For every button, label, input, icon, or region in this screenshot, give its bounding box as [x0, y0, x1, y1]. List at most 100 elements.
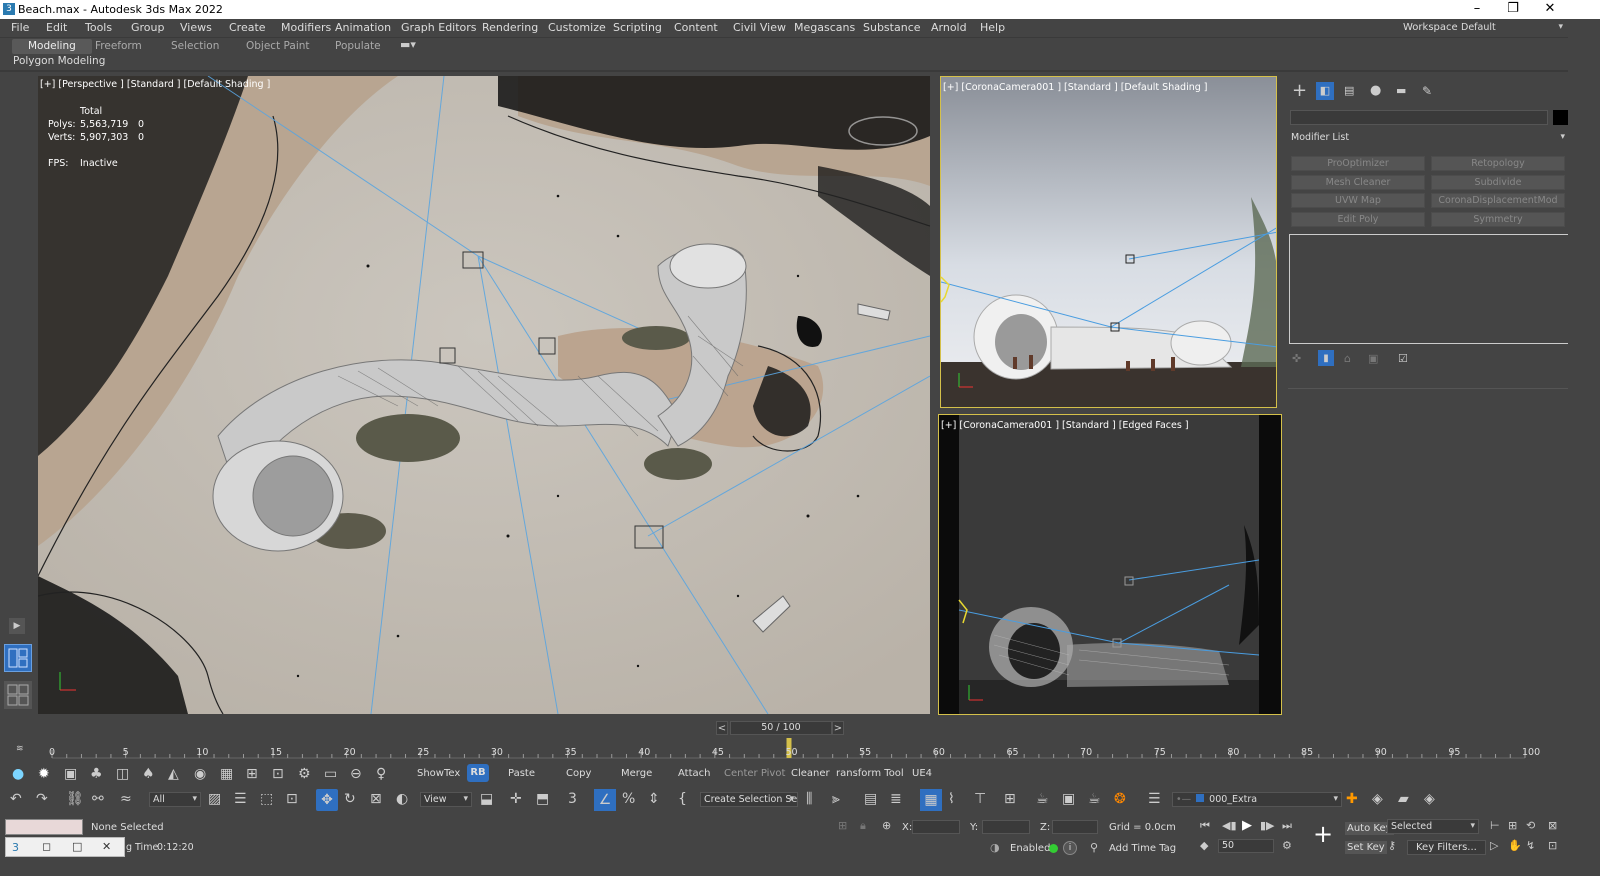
- perspective-viewport-label[interactable]: [+] [Perspective ] [Standard ] [Default …: [40, 79, 270, 90]
- snaps-toggle-icon[interactable]: 3: [568, 790, 577, 808]
- modifier-button-mesh-cleaner[interactable]: Mesh Cleaner: [1291, 175, 1425, 190]
- align-icon[interactable]: ⫸: [832, 790, 840, 808]
- ribbon-tab-populate[interactable]: Populate: [335, 40, 381, 52]
- menu-megascans[interactable]: Megascans: [794, 21, 855, 34]
- maximize-small-icon[interactable]: □: [72, 838, 82, 856]
- scatter-icon[interactable]: ♠: [142, 765, 155, 783]
- walk-icon[interactable]: ✋: [1508, 837, 1522, 855]
- set-key-button[interactable]: Set Key: [1345, 841, 1387, 854]
- maximize-viewport-icon[interactable]: ⊡: [1548, 837, 1557, 855]
- merge-button[interactable]: Merge: [621, 768, 652, 779]
- schematic-view-icon[interactable]: ⊤: [974, 790, 986, 808]
- bulb-icon[interactable]: ♀: [376, 765, 386, 783]
- pin-stack-icon[interactable]: ✜: [1292, 350, 1301, 368]
- modifier-button-prooptimizer[interactable]: ProOptimizer: [1291, 156, 1425, 171]
- create-layer-icon[interactable]: ✚: [1346, 790, 1358, 808]
- restore-small-icon[interactable]: ◻: [42, 838, 51, 856]
- configure-modifier-sets-icon[interactable]: ☑: [1398, 350, 1408, 368]
- x-coord-field[interactable]: [912, 820, 960, 834]
- trackbar[interactable]: [0, 736, 1568, 764]
- z-coord-field[interactable]: [1052, 820, 1098, 834]
- menu-file[interactable]: File: [11, 21, 29, 34]
- modifier-button-edit-poly[interactable]: Edit Poly: [1291, 212, 1425, 227]
- rotate-icon[interactable]: ↻: [344, 790, 356, 808]
- proxy-icon[interactable]: ♣: [90, 765, 103, 783]
- render-in-cloud-icon[interactable]: ❂: [1114, 790, 1126, 808]
- modifier-button-retopology[interactable]: Retopology: [1431, 156, 1565, 171]
- object-name-field[interactable]: [1290, 110, 1548, 125]
- rendered-frame-window-icon[interactable]: ▣: [1062, 790, 1075, 808]
- curve-editor-icon[interactable]: ⌇: [948, 790, 955, 808]
- angle-snap-icon[interactable]: ∠: [594, 789, 616, 811]
- current-frame-spinner[interactable]: 50: [1218, 839, 1274, 853]
- zoom-icon[interactable]: ⊢: [1490, 817, 1500, 835]
- light-icon[interactable]: ●: [12, 765, 24, 783]
- window-crossing-icon[interactable]: ⊡: [286, 790, 298, 808]
- modifier-button-subdivide[interactable]: Subdivide: [1431, 175, 1565, 190]
- minimize-button[interactable]: –: [1460, 0, 1494, 19]
- layout-active-icon[interactable]: [4, 644, 32, 672]
- viewport-icon[interactable]: ▭: [324, 765, 337, 783]
- set-key-icon[interactable]: +: [1310, 821, 1336, 849]
- edit-named-selection-icon[interactable]: {: [678, 790, 687, 808]
- fov-icon[interactable]: ▷: [1490, 837, 1498, 855]
- selection-region-icon[interactable]: ⬚: [260, 790, 273, 808]
- sun-icon[interactable]: ✹: [38, 765, 50, 783]
- corona-camera-icon[interactable]: ▣: [64, 765, 77, 783]
- key-mode-dropdown[interactable]: Selected: [1387, 819, 1479, 834]
- hierarchy-tab-icon[interactable]: ▤: [1344, 82, 1354, 100]
- maxscript-listener[interactable]: [5, 819, 83, 835]
- material-editor-icon[interactable]: ◫: [116, 765, 129, 783]
- close-small-icon[interactable]: ✕: [102, 838, 111, 856]
- perspective-viewport[interactable]: [+] [Perspective ] [Standard ] [Default …: [38, 76, 930, 714]
- menu-graph-editors[interactable]: Graph Editors: [401, 21, 477, 34]
- key-mode-icon[interactable]: ◆: [1200, 837, 1208, 855]
- frame-buffer-icon[interactable]: ◉: [194, 765, 206, 783]
- expand-arrow-icon[interactable]: ▶: [9, 618, 25, 634]
- move-icon[interactable]: ✥: [316, 789, 338, 811]
- render-setup-toolbar-icon[interactable]: ☕: [1036, 790, 1049, 808]
- y-coord-field[interactable]: [982, 820, 1030, 834]
- keyboard-shortcut-icon[interactable]: ⬒: [536, 790, 549, 808]
- reference-coordinate-dropdown[interactable]: View: [420, 792, 472, 807]
- render-production-icon[interactable]: ☕: [1088, 790, 1101, 808]
- play-icon[interactable]: ▶: [1242, 817, 1252, 835]
- toggle-layer-explorer-icon[interactable]: ≣: [890, 790, 902, 808]
- layer-select-icon[interactable]: ◈: [1424, 790, 1435, 808]
- app-small-icon[interactable]: 3: [12, 839, 19, 857]
- pan-icon[interactable]: ⊠: [1548, 817, 1557, 835]
- remove-modifier-icon[interactable]: ▣: [1368, 350, 1378, 368]
- modifier-button-uvw-map[interactable]: UVW Map: [1291, 193, 1425, 208]
- menu-tools[interactable]: Tools: [85, 21, 112, 34]
- next-frame-icon[interactable]: ▮▶: [1260, 817, 1275, 835]
- mirror-icon[interactable]: ⫼: [806, 790, 812, 808]
- orbit-icon[interactable]: ⟲: [1526, 817, 1535, 835]
- unlink-icon[interactable]: ⚯: [92, 790, 104, 808]
- camera-view-icon[interactable]: ⊖: [350, 765, 362, 783]
- selection-filter-dropdown[interactable]: All: [149, 792, 201, 807]
- modifier-button-symmetry[interactable]: Symmetry: [1431, 212, 1565, 227]
- showtex-button[interactable]: ShowTex: [417, 768, 460, 779]
- menu-group[interactable]: Group: [131, 21, 165, 34]
- attach-button[interactable]: Attach: [678, 768, 710, 779]
- key-filters-button[interactable]: Key Filters...: [1407, 840, 1486, 855]
- percent-snap-icon[interactable]: %: [622, 790, 635, 808]
- placement-icon[interactable]: ◐: [396, 790, 408, 808]
- menu-views[interactable]: Views: [180, 21, 212, 34]
- select-object-icon[interactable]: ▨: [208, 790, 221, 808]
- copy-button[interactable]: Copy: [566, 768, 591, 779]
- menu-customize[interactable]: Customize: [548, 21, 606, 34]
- isolate-selection-icon[interactable]: ⊞: [838, 817, 847, 835]
- toggle-scene-explorer-icon[interactable]: ▤: [864, 790, 877, 808]
- toggle-ribbon-icon[interactable]: ▦: [920, 789, 942, 811]
- select-by-name-icon[interactable]: ☰: [234, 790, 247, 808]
- workspaces-dropdown[interactable]: Default: [1458, 21, 1566, 36]
- cleaner-button[interactable]: Cleaner: [791, 768, 830, 779]
- menu-content[interactable]: Content: [674, 21, 718, 34]
- ribbon-tab-modeling[interactable]: Modeling: [12, 39, 92, 54]
- menu-create[interactable]: Create: [229, 21, 266, 34]
- modifier-button-corona-displacement[interactable]: CoronaDisplacementMod: [1431, 193, 1565, 208]
- object-color-swatch[interactable]: [1553, 110, 1568, 125]
- menu-substance[interactable]: Substance: [863, 21, 921, 34]
- menu-modifiers[interactable]: Modifiers: [281, 21, 331, 34]
